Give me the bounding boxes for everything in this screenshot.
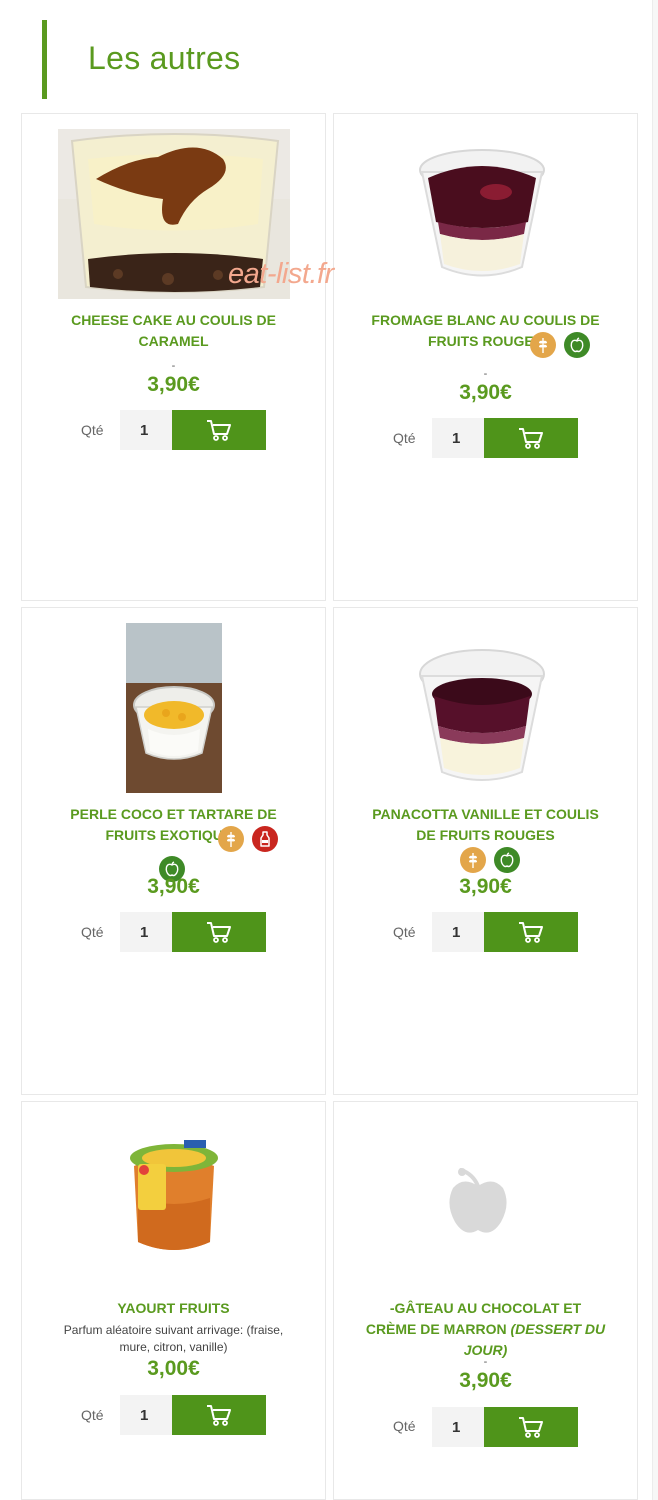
wheat-icon <box>218 826 244 852</box>
product-price: 3,90€ <box>459 1369 512 1392</box>
product-image[interactable] <box>416 142 548 284</box>
product-name[interactable]: -GÂTEAU AU CHOCOLAT ET CRÈME DE MARRON (… <box>334 1298 637 1361</box>
product-dash: - <box>483 368 488 380</box>
cart-icon <box>519 428 543 449</box>
cart-icon <box>519 1417 543 1438</box>
product-price: 3,90€ <box>147 373 200 396</box>
product-name[interactable]: YAOURT FRUITS <box>22 1298 325 1319</box>
product-dash: - <box>171 360 176 372</box>
quantity-input[interactable] <box>432 418 484 458</box>
apple-icon <box>494 847 520 873</box>
add-to-cart-button[interactable] <box>484 912 578 952</box>
qty-label: Qté <box>81 1407 104 1423</box>
product-price: 3,90€ <box>459 381 512 404</box>
add-to-cart-button[interactable] <box>172 410 266 450</box>
quantity-input[interactable] <box>120 410 172 450</box>
add-to-cart-button[interactable] <box>484 1407 578 1447</box>
apple-icon <box>564 332 590 358</box>
product-card: -GÂTEAU AU CHOCOLAT ET CRÈME DE MARRON (… <box>333 1101 638 1500</box>
product-dash: - <box>483 1356 488 1368</box>
product-card: CHEESE CAKE AU COULIS DE CARAMEL - 3,90€… <box>21 113 326 601</box>
product-card: PERLE COCO ET TARTARE DE FRUITS EXOTIQUE… <box>21 607 326 1095</box>
cart-icon <box>207 420 231 441</box>
product-image[interactable] <box>124 1138 224 1258</box>
qty-label: Qté <box>393 430 416 446</box>
qty-label: Qté <box>393 1418 416 1434</box>
qty-label: Qté <box>81 924 104 940</box>
qty-label: Qté <box>81 422 104 438</box>
cart-icon <box>519 922 543 943</box>
quantity-input[interactable] <box>120 1395 172 1435</box>
wheat-icon <box>460 847 486 873</box>
product-name[interactable]: PERLE COCO ET TARTARE DE FRUITS EXOTIQUE… <box>22 804 325 846</box>
cart-icon <box>207 1405 231 1426</box>
qty-label: Qté <box>393 924 416 940</box>
add-to-cart-button[interactable] <box>172 912 266 952</box>
quantity-input[interactable] <box>432 912 484 952</box>
product-image[interactable] <box>416 644 548 788</box>
quantity-input[interactable] <box>120 912 172 952</box>
product-card: FROMAGE BLANC AU COULIS DE FRUITS ROUGES… <box>333 113 638 601</box>
product-price: 3,90€ <box>147 875 200 898</box>
product-name-text: PERLE COCO ET TARTARE DE FRUITS EXOTIQUE… <box>70 806 277 843</box>
wheat-icon <box>530 332 556 358</box>
apple-placeholder-icon <box>449 1168 507 1233</box>
section-title: Les autres <box>88 40 241 76</box>
product-name[interactable]: PANACOTTA VANILLE ET COULIS DE FRUITS RO… <box>334 804 637 846</box>
cart-icon <box>207 922 231 943</box>
product-price: 3,90€ <box>459 875 512 898</box>
product-price: 3,00€ <box>147 1357 200 1380</box>
product-card: PANACOTTA VANILLE ET COULIS DE FRUITS RO… <box>333 607 638 1095</box>
product-image[interactable] <box>126 623 222 793</box>
page-edge <box>652 0 658 1500</box>
product-card: YAOURT FRUITS Parfum aléatoire suivant a… <box>21 1101 326 1500</box>
product-name[interactable]: CHEESE CAKE AU COULIS DE CARAMEL <box>22 310 325 352</box>
milk-bottle-icon <box>252 826 278 852</box>
add-to-cart-button[interactable] <box>484 418 578 458</box>
watermark: eat-list.fr <box>228 258 334 290</box>
add-to-cart-button[interactable] <box>172 1395 266 1435</box>
quantity-input[interactable] <box>432 1407 484 1447</box>
product-description: Parfum aléatoire suivant arrivage: (frai… <box>63 1323 284 1354</box>
product-name[interactable]: FROMAGE BLANC AU COULIS DE FRUITS ROUGES <box>334 310 637 352</box>
